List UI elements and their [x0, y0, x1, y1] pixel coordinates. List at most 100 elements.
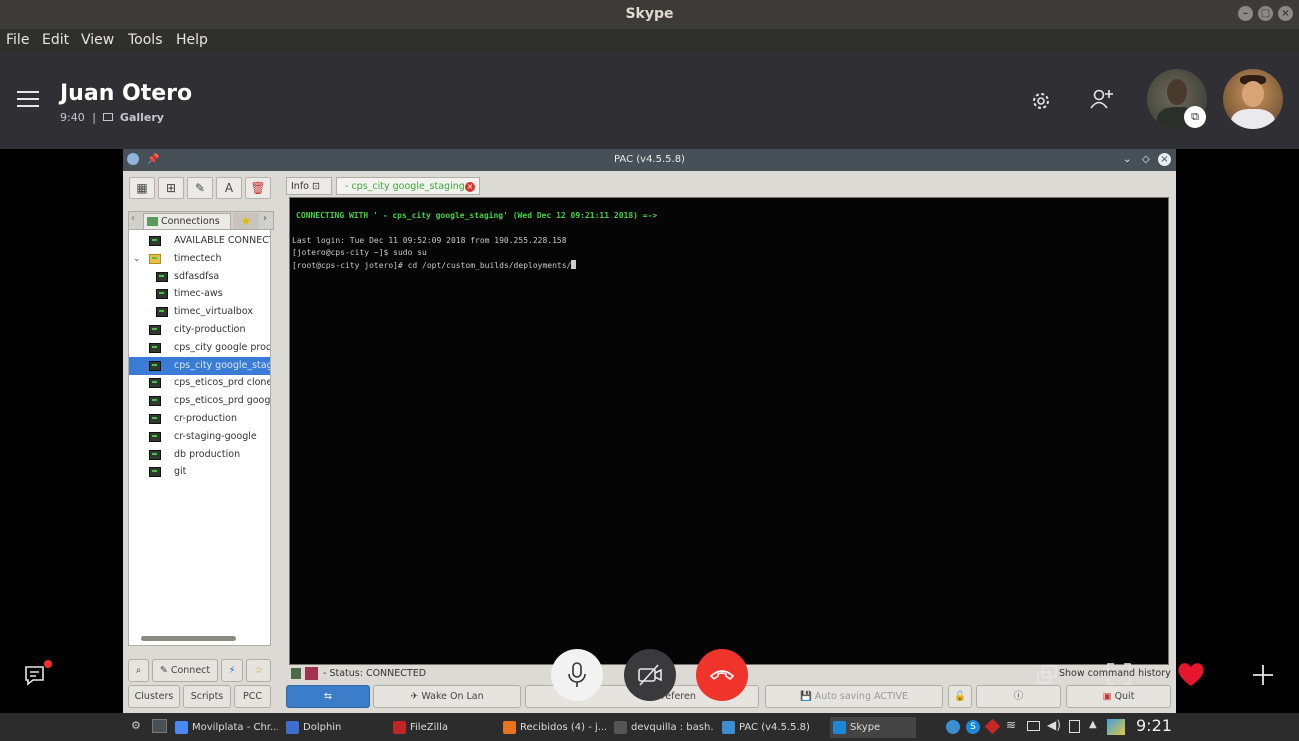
taskbar-task[interactable]: devquilla : bash... — [611, 717, 714, 738]
pin-icon[interactable]: 📌 — [147, 149, 159, 170]
taskbar-task[interactable]: FileZilla — [390, 717, 495, 738]
tree-node[interactable]: db production — [129, 446, 270, 464]
tab-connections[interactable]: Connections — [143, 213, 231, 230]
hamburger-menu-icon[interactable] — [17, 90, 39, 108]
scripts-button[interactable]: Scripts — [183, 685, 231, 708]
edit-icon[interactable]: ✎ — [187, 177, 213, 199]
battery-icon[interactable] — [1027, 721, 1040, 731]
about-icon[interactable]: ⓘ — [976, 685, 1061, 708]
tab-info[interactable]: Info ⊡ — [286, 177, 332, 195]
weather-icon[interactable] — [1107, 719, 1125, 735]
terminal-icon — [156, 289, 168, 300]
fullscreen-icon[interactable] — [1106, 662, 1132, 686]
heart-icon[interactable] — [1176, 660, 1206, 688]
maximize-button[interactable]: □ — [1258, 6, 1273, 21]
terminal-icon — [149, 467, 161, 478]
add-group-icon[interactable]: ⊞ — [158, 177, 184, 199]
tray-expand-icon[interactable]: ▲ — [1089, 719, 1097, 730]
start-menu-icon[interactable]: ⚙ — [131, 719, 141, 732]
tree-node[interactable]: ⌄ timectech — [129, 250, 270, 268]
pac-max-icon[interactable]: ◇ — [1142, 149, 1150, 170]
connect-label: Connect — [170, 665, 211, 676]
wake-on-lan-button[interactable]: ✈ Wake On Lan — [373, 685, 521, 708]
tree-node[interactable]: cps_city google prod — [129, 339, 270, 357]
taskbar-task[interactable]: Movilplata - Chr... — [172, 717, 278, 738]
hang-up-button[interactable] — [696, 649, 748, 701]
tree-node[interactable]: timec_virtualbox — [129, 303, 270, 321]
tree-node[interactable]: AVAILABLE CONNECT — [129, 232, 270, 250]
tree-node[interactable]: cps_eticos_prd goog — [129, 392, 270, 410]
menu-edit[interactable]: Edit — [42, 32, 69, 48]
connections-view-button[interactable]: ⇆ — [286, 685, 370, 708]
menu-tools[interactable]: Tools — [128, 32, 163, 48]
close-button[interactable]: × — [1278, 6, 1293, 21]
terminal-command: [root@cps-city jotero]# cd /opt/custom_b… — [292, 261, 572, 270]
task-app-icon — [503, 721, 516, 734]
favourites-star-icon[interactable]: ★ — [233, 213, 259, 230]
tree-node[interactable]: sdfasdfsa — [129, 268, 270, 286]
tree-hscrollbar[interactable] — [131, 634, 268, 642]
lock-icon[interactable]: 🔓 — [948, 685, 972, 708]
tray-skype-icon[interactable]: S — [966, 720, 980, 734]
taskbar-task[interactable]: Dolphin — [283, 717, 385, 738]
tree-node[interactable]: cps_city google_stag — [129, 356, 270, 375]
menu-view[interactable]: View — [81, 32, 114, 48]
terminal[interactable]: CONNECTING WITH ' - cps_city google_stag… — [289, 197, 1169, 665]
volume-icon[interactable]: ◀) — [1047, 718, 1061, 732]
taskbar-task[interactable]: Recibidos (4) - j... — [500, 717, 606, 738]
chat-icon[interactable] — [24, 660, 52, 687]
taskbar-task[interactable]: PAC (v4.5.5.8) — [719, 717, 825, 738]
terminal-banner: CONNECTING WITH ' - cps_city google_stag… — [296, 211, 658, 220]
tree-node-label: db production — [174, 448, 241, 460]
plus-icon[interactable] — [1252, 664, 1274, 686]
tree-node-label: timec_virtualbox — [174, 306, 253, 318]
video-toggle-button[interactable] — [624, 649, 676, 701]
quit-label: Quit — [1114, 691, 1135, 702]
save-icon: 💾 — [799, 691, 815, 702]
connect-button[interactable]: ✎ Connect — [152, 659, 218, 682]
tab-session[interactable]: - cps_city google_staging × — [336, 177, 480, 195]
tree-node[interactable]: git — [129, 463, 270, 481]
add-person-icon[interactable] — [1090, 88, 1114, 110]
connections-icon — [147, 217, 158, 226]
tree-node[interactable]: city-production — [129, 321, 270, 339]
search-icon[interactable]: ⌕ — [128, 659, 149, 682]
menu-help[interactable]: Help — [176, 32, 208, 48]
tab-scroll-left-icon[interactable]: ‹ — [131, 213, 135, 224]
pac-close-icon[interactable]: × — [1158, 153, 1171, 166]
participant-avatar-2[interactable] — [1223, 69, 1283, 129]
gear-icon[interactable] — [1030, 90, 1052, 112]
pcc-button[interactable]: PCC — [234, 685, 271, 708]
tree-node[interactable]: timec-aws — [129, 285, 270, 303]
tray-red-icon[interactable] — [984, 718, 1001, 735]
terminal-icon — [149, 342, 161, 353]
delete-icon[interactable]: 🗑 — [245, 177, 271, 199]
quit-button[interactable]: ▣ Quit — [1066, 685, 1171, 708]
clipboard-icon[interactable] — [1069, 720, 1080, 733]
add-connection-icon[interactable]: ▦ — [129, 177, 155, 199]
menu-file[interactable]: File — [6, 32, 29, 48]
terminal-icon — [149, 431, 161, 442]
rename-icon[interactable]: A — [216, 177, 242, 199]
view-mode-label[interactable]: Gallery — [120, 111, 164, 124]
taskbar-task[interactable]: Skype — [830, 717, 916, 738]
desktop-icon[interactable] — [152, 719, 167, 733]
favourite-icon[interactable]: ☆ — [246, 659, 271, 682]
quick-connect-icon[interactable]: ⚡ — [221, 659, 243, 682]
clusters-button[interactable]: Clusters — [128, 685, 180, 708]
share-screen-icon[interactable] — [1036, 664, 1058, 686]
tray-pac-icon[interactable] — [946, 720, 960, 734]
tree-node[interactable]: cr-staging-google — [129, 428, 270, 446]
microphone-button[interactable] — [551, 649, 603, 701]
expand-chevron-icon[interactable]: ⌄ — [133, 250, 141, 268]
close-tab-icon[interactable]: × — [465, 182, 475, 192]
tree-node[interactable]: cps_eticos_prd clone — [129, 374, 270, 392]
popout-icon[interactable]: ⧉ — [1184, 106, 1206, 128]
auto-saving-button[interactable]: 💾 Auto saving ACTIVE — [765, 685, 943, 708]
clock[interactable]: 9:21 — [1136, 716, 1172, 735]
tree-node[interactable]: cr-production — [129, 410, 270, 428]
pac-min-icon[interactable]: ⌄ — [1123, 149, 1131, 170]
wifi-icon[interactable]: ≋ — [1006, 718, 1016, 732]
minimize-button[interactable]: – — [1238, 6, 1253, 21]
tab-scroll-right-icon[interactable]: › — [263, 213, 267, 224]
